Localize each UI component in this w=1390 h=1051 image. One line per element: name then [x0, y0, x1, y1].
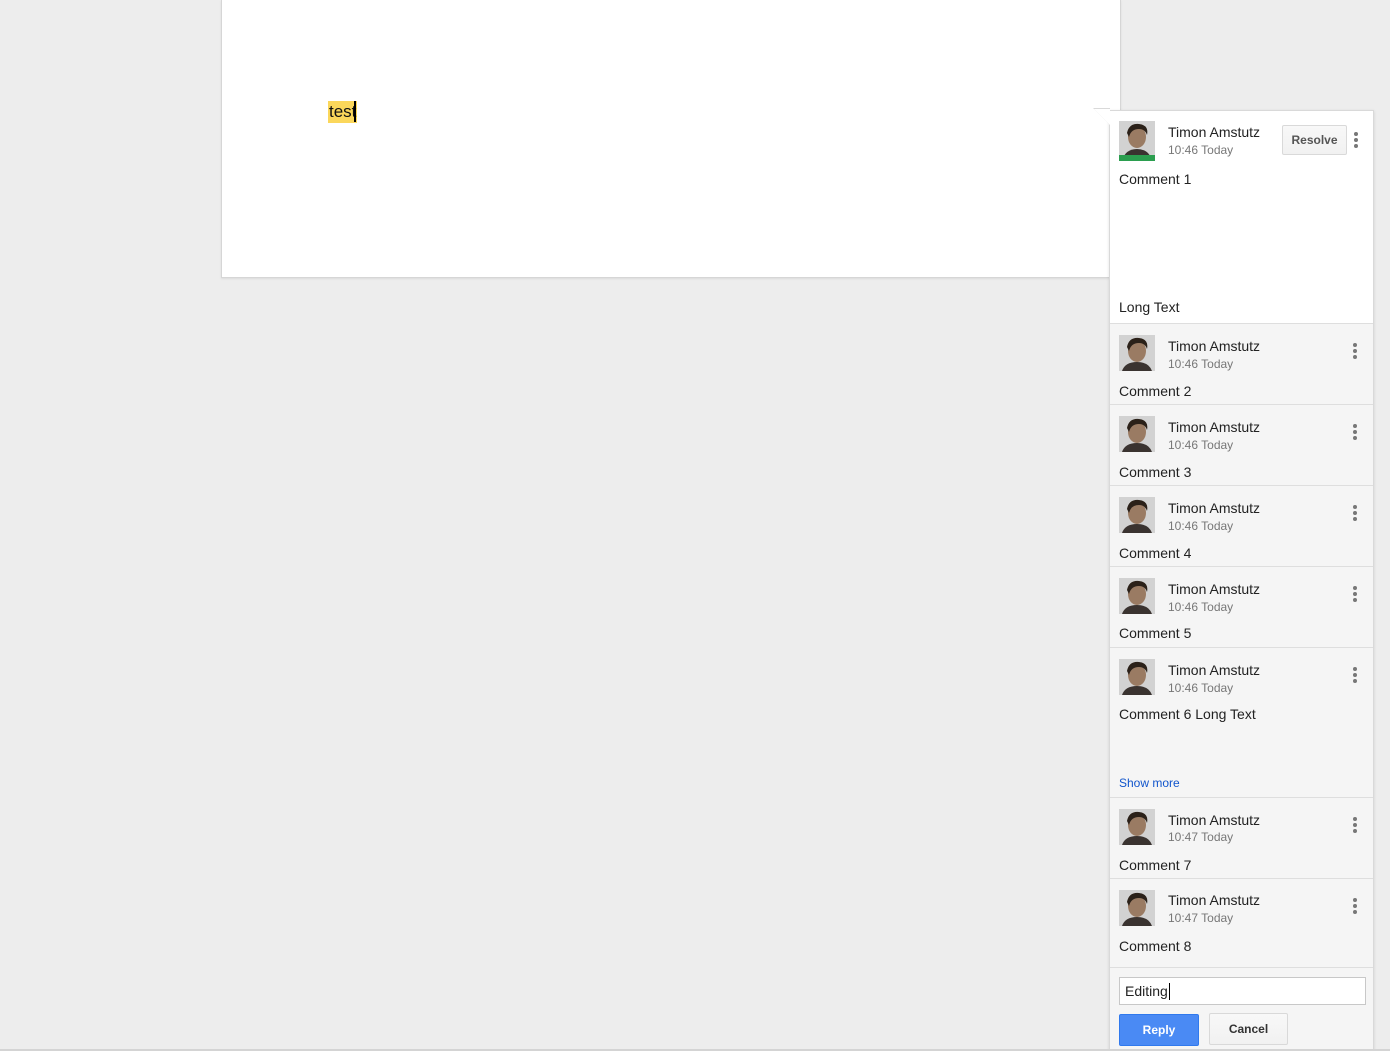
comment-item: Timon Amstutz 10:46 Today Comment 3 — [1110, 405, 1373, 486]
comment-item: Timon Amstutz 10:46 Today Comment 2 — [1110, 324, 1373, 405]
more-options-icon[interactable] — [1351, 667, 1359, 685]
comment-text: Comment 4 — [1119, 545, 1192, 561]
comment-text: Comment 3 — [1119, 464, 1192, 480]
comment-author: Timon Amstutz — [1168, 581, 1261, 597]
comment-timestamp: 10:46 Today — [1168, 519, 1234, 533]
document-page[interactable]: test — [221, 0, 1121, 278]
resolve-button[interactable]: Resolve — [1282, 125, 1347, 155]
comment-timestamp: 10:46 Today — [1168, 438, 1234, 452]
comment-author: Timon Amstutz — [1168, 812, 1261, 828]
more-options-icon[interactable] — [1351, 817, 1359, 835]
comment-timestamp: 10:46 Today — [1168, 357, 1234, 371]
reply-input[interactable]: Editing — [1119, 977, 1366, 1005]
highlighted-document-text[interactable]: test — [328, 101, 358, 123]
comment-author: Timon Amstutz — [1168, 124, 1261, 140]
comment-author: Timon Amstutz — [1168, 662, 1261, 678]
comment-text: Comment 7 — [1119, 857, 1192, 873]
more-options-icon[interactable] — [1351, 505, 1359, 523]
avatar — [1119, 809, 1155, 845]
more-options-icon[interactable] — [1351, 343, 1359, 361]
avatar — [1119, 890, 1155, 926]
text-cursor — [354, 101, 356, 122]
comment-author: Timon Amstutz — [1168, 500, 1261, 516]
comment-item: Timon Amstutz 10:46 Today Comment 5 — [1110, 567, 1373, 648]
comment-text-continued: Long Text — [1119, 299, 1180, 315]
comment-text: Comment 1 — [1119, 171, 1192, 187]
avatar — [1119, 578, 1155, 614]
avatar — [1119, 497, 1155, 533]
more-options-icon[interactable] — [1351, 586, 1359, 604]
avatar — [1119, 121, 1155, 161]
comment-timestamp: 10:47 Today — [1168, 911, 1234, 925]
more-options-icon[interactable] — [1351, 424, 1359, 442]
comment-item: Timon Amstutz 10:46 Today Comment 6 Long… — [1110, 648, 1373, 798]
comment-item: Timon Amstutz 10:47 Today Comment 7 — [1110, 798, 1373, 879]
comment-timestamp: 10:46 Today — [1168, 600, 1234, 614]
avatar — [1119, 335, 1155, 371]
comment-text: Comment 2 — [1119, 383, 1192, 399]
comment-timestamp: 10:46 Today — [1168, 681, 1234, 695]
comment-timestamp: 10:46 Today — [1168, 143, 1234, 157]
comment-item: Timon Amstutz 10:47 Today Comment 8 — [1110, 879, 1373, 968]
comment-thread-panel: Timon Amstutz 10:46 Today Resolve Commen… — [1109, 110, 1374, 1051]
avatar — [1119, 659, 1155, 695]
comment-author: Timon Amstutz — [1168, 892, 1261, 908]
comment-author: Timon Amstutz — [1168, 338, 1261, 354]
comment-text: Comment 6 Long Text — [1119, 706, 1256, 722]
comment-text: Comment 8 — [1119, 938, 1192, 954]
comment-item: Timon Amstutz 10:46 Today Resolve Commen… — [1110, 111, 1373, 324]
more-options-icon[interactable] — [1352, 132, 1360, 150]
show-more-link[interactable]: Show more — [1119, 776, 1180, 790]
thread-pointer — [1094, 109, 1110, 125]
cancel-button[interactable]: Cancel — [1209, 1013, 1288, 1045]
comment-item: Timon Amstutz 10:46 Today Comment 4 — [1110, 486, 1373, 567]
comment-text: Comment 5 — [1119, 625, 1192, 641]
comment-timestamp: 10:47 Today — [1168, 830, 1234, 844]
comment-author: Timon Amstutz — [1168, 419, 1261, 435]
more-options-icon[interactable] — [1351, 898, 1359, 916]
reply-button[interactable]: Reply — [1119, 1014, 1199, 1046]
avatar — [1119, 416, 1155, 452]
reply-text-cursor — [1169, 983, 1170, 1000]
